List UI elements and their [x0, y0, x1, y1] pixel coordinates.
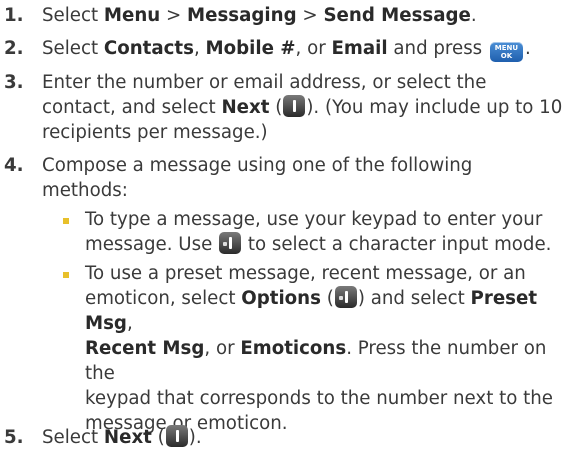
step-4: 4. Compose a message using one of the fo…: [0, 153, 582, 203]
bullet-marker: [63, 272, 69, 278]
text-run: >: [296, 5, 324, 26]
text-run: >: [160, 5, 188, 26]
text-line: message. Use to select a character input…: [85, 232, 582, 257]
step-text: Select Next ().: [42, 425, 582, 450]
instruction-page: 1. Select Menu > Messaging > Send Messag…: [0, 0, 586, 465]
text-run: ,: [193, 38, 206, 59]
right-softkey-icon: [165, 425, 188, 447]
text-run: .: [524, 38, 531, 59]
step-number: 1.: [4, 5, 24, 26]
menu-ok-key-icon: MENU OK: [489, 42, 523, 62]
left-softkey-icon: [219, 232, 242, 254]
step-2: 2. Select Contacts, Mobile #, or Email a…: [0, 36, 582, 62]
messaging-label: Messaging: [187, 5, 297, 26]
text-run: emoticon, select: [85, 288, 242, 309]
step-text: Compose a message using one of the follo…: [42, 153, 582, 203]
text-line: To use a preset message, recent message,…: [85, 263, 526, 284]
bullet-text: To use a preset message, recent message,…: [85, 261, 582, 436]
mobile-number-label: Mobile #: [205, 38, 296, 59]
step-number: 2.: [4, 38, 24, 59]
text-run: ). (You may include up to 10: [306, 97, 563, 118]
next-label: Next: [221, 97, 270, 118]
bullet-text: To type a message, use your keypad to en…: [85, 207, 582, 257]
step-number: 5.: [4, 427, 24, 448]
text-run: Select: [42, 5, 104, 26]
text-run: ) and select: [357, 288, 471, 309]
left-softkey-icon: [334, 286, 357, 308]
menu-label: Menu: [103, 5, 161, 26]
bullet-item-1: To type a message, use your keypad to en…: [63, 207, 582, 257]
bullet-item-2: To use a preset message, recent message,…: [63, 261, 582, 436]
text-run: ).: [188, 427, 202, 448]
step-number: 3.: [4, 72, 24, 93]
step-5: 5. Select Next ().: [0, 425, 582, 450]
step-text: Select Menu > Messaging > Send Message.: [42, 3, 582, 28]
text-run: message. Use: [85, 234, 219, 255]
text-run: ,: [126, 313, 133, 334]
next-label: Next: [103, 427, 152, 448]
text-run: (: [269, 97, 283, 118]
text-run: , or: [204, 338, 241, 359]
text-line: Compose a message using one of the follo…: [42, 155, 473, 176]
recent-msg-label: Recent Msg: [85, 338, 205, 359]
text-line: contact, and select Next ( ). (You may in…: [42, 95, 582, 120]
text-run: Select: [42, 38, 104, 59]
text-line: recipients per message.): [42, 122, 268, 143]
text-line: methods:: [42, 180, 128, 201]
step-text: Select Contacts, Mobile #, or Email and …: [42, 36, 582, 62]
text-run: and press: [387, 38, 488, 59]
options-label: Options: [241, 288, 321, 309]
bullet-marker: [63, 218, 69, 224]
step-text: Enter the number or email address, or se…: [42, 70, 582, 145]
step-number: 4.: [4, 155, 24, 176]
step-3: 3. Enter the number or email address, or…: [0, 70, 582, 145]
text-run: to select a character input mode.: [242, 234, 552, 255]
text-line: keypad that corresponds to the number ne…: [85, 388, 553, 409]
icon-text: MENU: [494, 44, 519, 52]
text-run: Select: [42, 427, 104, 448]
text-line: emoticon, select Options () and select P…: [85, 286, 582, 336]
right-softkey-icon: [283, 95, 306, 117]
text-line: Recent Msg, or Emoticons. Press the numb…: [85, 336, 582, 386]
text-run: contact, and select: [42, 97, 222, 118]
text-run: (: [320, 288, 334, 309]
text-run: , or: [295, 38, 332, 59]
contacts-label: Contacts: [103, 38, 194, 59]
email-label: Email: [331, 38, 388, 59]
emoticons-label: Emoticons: [240, 338, 347, 359]
step-1: 1. Select Menu > Messaging > Send Messag…: [0, 3, 582, 28]
text-line: Enter the number or email address, or se…: [42, 72, 487, 93]
text-line: To type a message, use your keypad to en…: [85, 209, 543, 230]
text-run: .: [470, 5, 477, 26]
icon-text: OK: [500, 52, 513, 60]
text-run: (: [151, 427, 165, 448]
send-message-label: Send Message: [323, 5, 471, 26]
